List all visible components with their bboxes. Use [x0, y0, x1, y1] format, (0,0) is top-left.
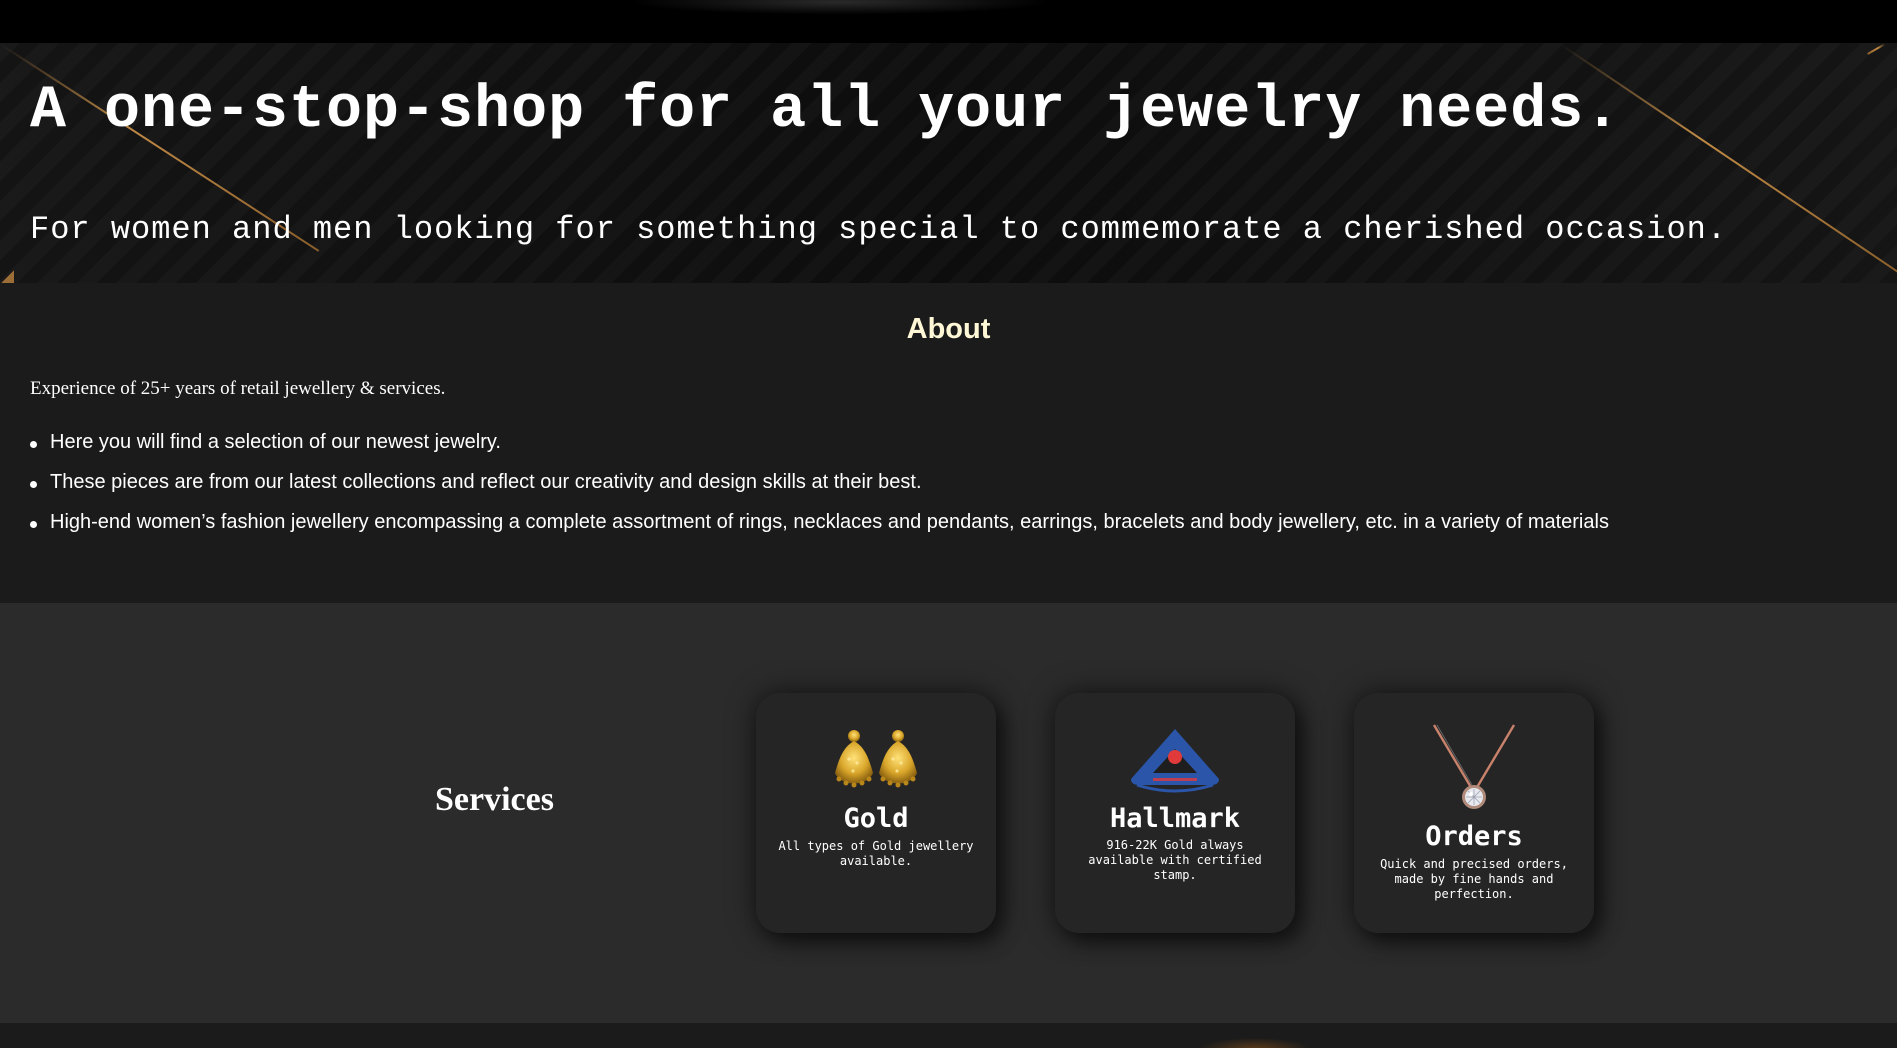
service-card-hallmark[interactable]: Hallmark 916-22K Gold always available w…	[1055, 693, 1295, 933]
hero-gold-line	[1867, 43, 1886, 55]
service-card-gold[interactable]: Gold All types of Gold jewellery availab…	[756, 693, 996, 933]
hero-gold-corner	[0, 270, 14, 283]
bullet-icon	[30, 481, 37, 488]
service-card-description: Quick and precised orders, made by fine …	[1380, 857, 1568, 901]
service-card-title: Orders	[1425, 821, 1523, 852]
hero-subtitle: For women and men looking for something …	[30, 211, 1728, 248]
about-title: About	[906, 313, 991, 345]
footer-strip	[0, 1023, 1897, 1048]
service-card-description: All types of Gold jewellery available.	[778, 839, 974, 868]
list-item: Here you will find a selection of our ne…	[30, 431, 1609, 471]
about-list: Here you will find a selection of our ne…	[30, 431, 1609, 551]
gold-earrings-icon	[756, 729, 996, 791]
service-card-orders[interactable]: Orders Quick and precised orders, made b…	[1354, 693, 1594, 933]
list-item-text: These pieces are from our latest collect…	[50, 471, 922, 493]
services-title: Services	[435, 781, 554, 818]
service-card-description: 916-22K Gold always available with certi…	[1088, 838, 1262, 882]
diamond-pendant-icon	[1354, 723, 1594, 811]
bullet-icon	[30, 441, 37, 448]
list-item: High-end women’s fashion jewellery encom…	[30, 511, 1609, 551]
hallmark-logo-icon	[1055, 727, 1295, 793]
about-section: About Experience of 25+ years of retail …	[0, 283, 1897, 603]
service-card-title: Hallmark	[1109, 803, 1241, 834]
about-intro: Experience of 25+ years of retail jewell…	[30, 378, 446, 399]
services-section: Services Gold All types of Gold jeweller…	[0, 603, 1897, 1023]
list-item-text: Here you will find a selection of our ne…	[50, 431, 501, 453]
top-strip	[0, 0, 1897, 43]
list-item-text: High-end women’s fashion jewellery encom…	[50, 511, 1609, 533]
bullet-icon	[30, 521, 37, 528]
hero-title: A one-stop-shop for all your jewelry nee…	[30, 77, 1622, 145]
list-item: These pieces are from our latest collect…	[30, 471, 1609, 511]
service-card-title: Gold	[843, 803, 909, 834]
hero-banner: A one-stop-shop for all your jewelry nee…	[0, 43, 1897, 283]
